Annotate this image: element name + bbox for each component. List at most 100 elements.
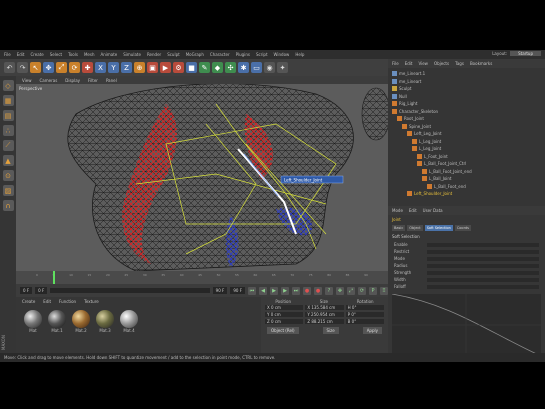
material-menu-create[interactable]: Create (22, 299, 35, 304)
size-z-field[interactable]: Z 88.215 cm (305, 319, 344, 324)
coordinate-system-icon[interactable]: ⊕ (134, 62, 145, 73)
viewport-menu-view[interactable]: View (22, 78, 32, 83)
render-settings-icon[interactable]: ⚙ (173, 62, 184, 73)
attribute-value-field[interactable] (427, 270, 539, 275)
edges-mode-icon[interactable]: ⟋ (2, 140, 14, 151)
material-swatch[interactable] (96, 310, 114, 328)
attribute-value-field[interactable] (427, 277, 539, 282)
material-swatch[interactable] (120, 310, 138, 328)
current-frame-field[interactable]: 0 F (35, 287, 48, 294)
object-tree-row[interactable]: me_Lineart (390, 78, 545, 86)
start-frame-field[interactable]: 0 F (20, 287, 33, 294)
pen-icon[interactable]: ✎ (199, 62, 210, 73)
rotation-b-field[interactable]: B 0° (345, 319, 384, 324)
object-tree-row[interactable]: L_Leg_Joint (390, 145, 545, 153)
timeline-ruler[interactable]: 051015202530354045505560657075808590 (16, 271, 388, 284)
light-icon[interactable]: ✦ (277, 62, 288, 73)
menu-plugins[interactable]: Plugins (236, 52, 250, 57)
go-to-end-icon[interactable]: ⏭ (292, 286, 300, 295)
play-icon[interactable]: ▶ (270, 286, 278, 295)
rotation-h-field[interactable]: H 0° (345, 305, 384, 310)
object-tree-row[interactable]: Root_Joint (390, 115, 545, 123)
autokey-icon[interactable]: ● (314, 286, 322, 295)
material-menu-edit[interactable]: Edit (43, 299, 51, 304)
coordinate-mode-dropdown[interactable]: Object (Rel) (267, 327, 299, 334)
object-tree-row[interactable]: Left_Shoulder_Joint (390, 190, 545, 198)
last-tool-icon[interactable]: ✚ (82, 62, 93, 73)
attribute-tab[interactable]: Object (407, 225, 423, 231)
viewport-menu-display[interactable]: Display (65, 78, 80, 83)
menu-window[interactable]: Window (274, 52, 290, 57)
menu-script[interactable]: Script (256, 52, 268, 57)
object-tree-row[interactable]: L_Ball_Joint (390, 175, 545, 183)
attribute-value-field[interactable] (427, 256, 539, 261)
camera-icon[interactable]: ◉ (264, 62, 275, 73)
objects-menu-tags[interactable]: Tags (455, 61, 464, 66)
make-editable-icon[interactable]: ◇ (2, 80, 14, 91)
objects-menu-objects[interactable]: Objects (434, 61, 449, 66)
model-mode-icon[interactable]: ▦ (2, 95, 14, 106)
scale-icon[interactable]: ⤢ (56, 62, 67, 73)
object-tree-row[interactable]: Sculpt (390, 85, 545, 93)
object-tree-row[interactable]: Character_Skeleton (390, 108, 545, 116)
cube-icon[interactable]: ■ (186, 62, 197, 73)
attributes-menu-edit[interactable]: Edit (409, 208, 417, 213)
size-mode-dropdown[interactable]: Size (322, 327, 339, 334)
material-menu-texture[interactable]: Texture (84, 299, 99, 304)
viewport-menu-cameras[interactable]: Cameras (40, 78, 58, 83)
timeline-settings-icon[interactable]: ⠿ (380, 286, 388, 295)
x-axis-icon[interactable]: X (95, 62, 106, 73)
magnet-icon[interactable]: ∩ (2, 200, 14, 211)
attribute-value-field[interactable] (427, 284, 539, 289)
position-x-field[interactable]: X 0 cm (265, 305, 304, 310)
object-tree-row[interactable]: me_Lineart.1 (390, 70, 545, 78)
viewport-menu-panel[interactable]: Panel (106, 78, 117, 83)
menu-mesh[interactable]: Mesh (84, 52, 95, 57)
points-mode-icon[interactable]: ∴ (2, 125, 14, 136)
menu-character[interactable]: Character (210, 52, 230, 57)
scale-key-icon[interactable]: ⤢ (347, 286, 355, 295)
size-y-field[interactable]: Y 250.954 cm (305, 312, 344, 317)
object-tree-row[interactable]: Left_Leg_Joint (390, 130, 545, 138)
next-key-icon[interactable]: ▶ (281, 286, 289, 295)
menu-help[interactable]: Help (295, 52, 304, 57)
workplane-icon[interactable]: ▨ (2, 185, 14, 196)
record-icon[interactable]: ● (303, 286, 311, 295)
object-tree-row[interactable]: L_Ball_Foot_Joint_end (390, 168, 545, 176)
menu-sculpt[interactable]: Sculpt (167, 52, 180, 57)
viewport-menu-filter[interactable]: Filter (88, 78, 98, 83)
texture-mode-icon[interactable]: ▤ (2, 110, 14, 121)
live-selection-icon[interactable]: ↖ (30, 62, 41, 73)
objects-menu-view[interactable]: View (418, 61, 428, 66)
material-menu-function[interactable]: Function (59, 299, 76, 304)
snap-icon[interactable]: ⊙ (2, 170, 14, 181)
object-tree-row[interactable]: L_Ball_Foot_Joint_Ctrl (390, 160, 545, 168)
menu-mograph[interactable]: MoGraph (186, 52, 204, 57)
object-tree-row[interactable]: L_Foot_Joint (390, 153, 545, 161)
menu-create[interactable]: Create (30, 52, 43, 57)
material-swatch[interactable] (72, 310, 90, 328)
position-z-field[interactable]: Z 0 cm (265, 319, 304, 324)
menu-animate[interactable]: Animate (100, 52, 117, 57)
object-tree-row[interactable]: Rig_Light (390, 100, 545, 108)
object-tree-row[interactable]: L_Ball_Foot_end (390, 183, 545, 191)
position-key-icon[interactable]: ✥ (336, 286, 344, 295)
z-axis-icon[interactable]: Z (121, 62, 132, 73)
subdivision-icon[interactable]: ◆ (212, 62, 223, 73)
menu-select[interactable]: Select (50, 52, 62, 57)
attribute-value-field[interactable] (427, 249, 539, 254)
array-icon[interactable]: ✣ (225, 62, 236, 73)
y-axis-icon[interactable]: Y (108, 62, 119, 73)
render-view-icon[interactable]: ▣ (147, 62, 158, 73)
attributes-menu-userdata[interactable]: User Data (423, 208, 443, 213)
object-tree-row[interactable]: L_Leg_Joint (390, 138, 545, 146)
end-frame-field[interactable]: 90 F (212, 287, 228, 294)
polygons-mode-icon[interactable]: ▲ (2, 155, 14, 166)
attribute-tab[interactable]: Coords (454, 225, 471, 231)
attribute-value-field[interactable] (427, 263, 539, 268)
objects-menu-file[interactable]: File (392, 61, 399, 66)
position-y-field[interactable]: Y 0 cm (265, 312, 304, 317)
falloff-graph[interactable] (391, 293, 542, 357)
apply-button[interactable]: Apply (362, 327, 382, 334)
playhead-marker[interactable] (53, 271, 55, 284)
